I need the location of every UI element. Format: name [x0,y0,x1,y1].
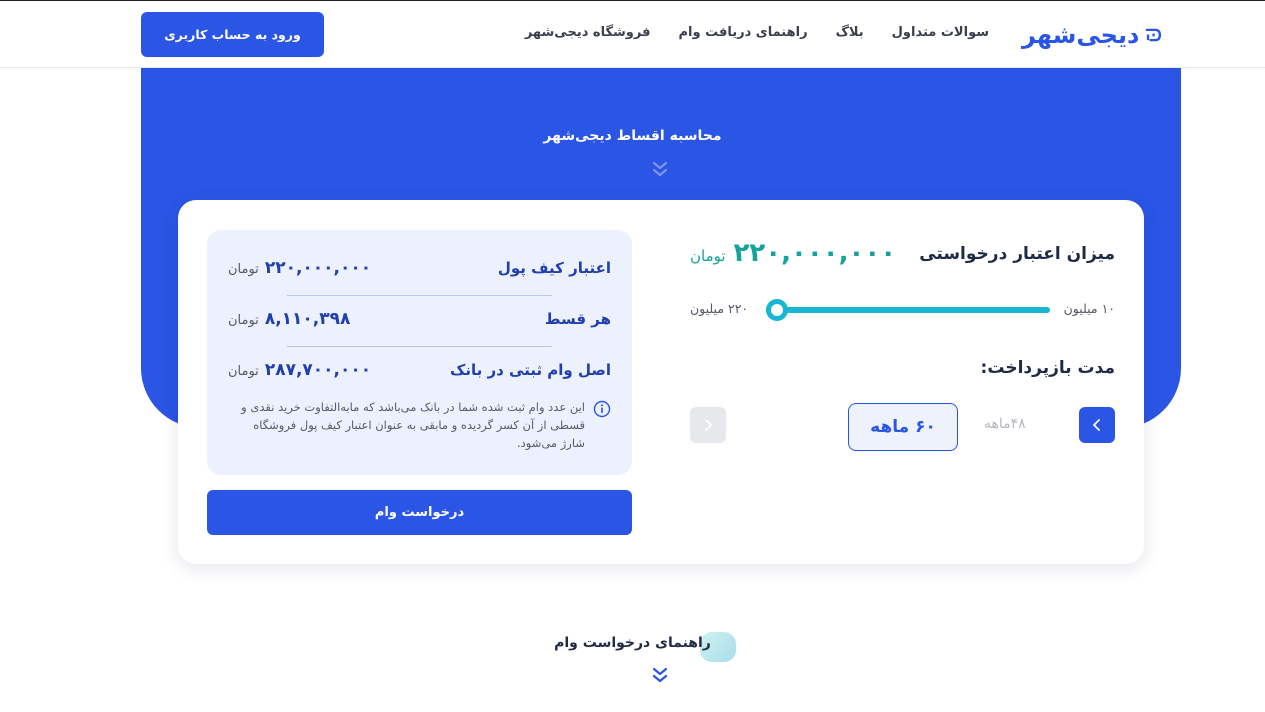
requested-amount-unit: تومان [690,247,726,265]
slider-track[interactable] [768,307,1050,313]
double-chevron-down-icon [652,161,668,177]
summary-row-installment: هر قسط ۸,۱۱۰,۳۹۸ تومان [228,304,611,334]
nav-item-loan-guide[interactable]: راهنمای دریافت وام [678,25,807,40]
summary-value: ۲۲۰,۰۰۰,۰۰۰ [264,258,372,278]
divider [287,346,552,347]
summary-unit: تومان [228,364,259,379]
chevron-right-icon [705,419,712,431]
summary-value: ۸,۱۱۰,۳۹۸ [264,309,351,329]
summary-value-group: ۲۸۷,۷۰۰,۰۰۰ تومان [228,360,371,380]
requested-amount: ۲۲۰,۰۰۰,۰۰۰ تومان [690,238,896,268]
slider-handle[interactable] [766,299,788,321]
logo-icon [1145,28,1162,42]
guide-title: راهنمای درخواست وام [554,635,711,651]
loan-summary: اعتبار کیف پول ۲۲۰,۰۰۰,۰۰۰ تومان هر قسط … [207,230,632,475]
repayment-term-label: مدت بازپرداخت: [980,358,1115,378]
term-option-60-selected[interactable]: ۶۰ ماهه [848,403,958,451]
term-option-48[interactable]: ۴۸ماهه [984,416,1026,432]
term-prev-button[interactable] [690,407,726,443]
summary-label: اصل وام ثبتی در بانک [449,361,611,379]
login-button[interactable]: ورود به حساب کاربری [141,12,324,57]
divider [287,295,552,296]
chevron-left-icon [1093,419,1100,431]
summary-row-bank-principal: اصل وام ثبتی در بانک ۲۸۷,۷۰۰,۰۰۰ تومان [228,355,611,385]
summary-value-group: ۸,۱۱۰,۳۹۸ تومان [228,309,350,329]
summary-label: هر قسط [544,310,611,328]
logo[interactable]: دیجی‌شهر [1022,19,1162,51]
slider-max-label: ۲۲۰ میلیون [690,301,749,316]
double-chevron-down-icon [652,667,668,683]
summary-label: اعتبار کیف پول [497,259,611,277]
term-next-button[interactable] [1079,407,1115,443]
summary-note-text: این عدد وام ثبت شده شما در بانک می‌باشد … [241,400,585,450]
summary-unit: تومان [228,313,259,328]
summary-note: این عدد وام ثبت شده شما در بانک می‌باشد … [229,398,611,452]
nav-item-faq[interactable]: سوالات متداول [892,25,989,40]
requested-amount-value: ۲۲۰,۰۰۰,۰۰۰ [733,238,897,268]
logo-text: دیجی‌شهر [1022,21,1140,49]
calculator-card: میزان اعتبار درخواستی ۲۲۰,۰۰۰,۰۰۰ تومان … [178,200,1144,564]
hero-title: محاسبه اقساط دیجی‌شهر [543,128,722,144]
info-icon [593,400,611,418]
header: دیجی‌شهر فروشگاه دیجی‌شهر راهنمای دریافت… [0,1,1265,68]
nav-item-store[interactable]: فروشگاه دیجی‌شهر [525,25,651,40]
slider-min-label: ۱۰ میلیون [1063,301,1115,316]
requested-amount-label: میزان اعتبار درخواستی [919,244,1115,264]
summary-value-group: ۲۲۰,۰۰۰,۰۰۰ تومان [228,258,371,278]
nav-item-blog[interactable]: بلاگ [836,25,864,40]
amount-slider[interactable] [766,299,1050,321]
guide-heading: راهنمای درخواست وام [0,632,1265,651]
apply-loan-button[interactable]: درخواست وام [207,490,632,535]
summary-row-wallet-credit: اعتبار کیف پول ۲۲۰,۰۰۰,۰۰۰ تومان [228,253,611,283]
summary-unit: تومان [228,262,259,277]
summary-value: ۲۸۷,۷۰۰,۰۰۰ [264,360,372,380]
main-nav: فروشگاه دیجی‌شهر راهنمای دریافت وام بلاگ… [525,25,989,40]
